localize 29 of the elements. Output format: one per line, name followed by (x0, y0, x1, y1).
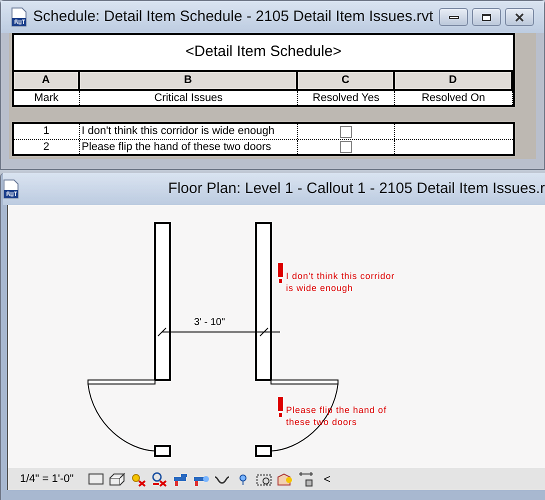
window-title: Floor Plan: Level 1 - Callout 1 - 2105 Detail Item Issues.r (168, 178, 545, 199)
issue-note: I don't think this corridor is wide enough (286, 270, 395, 294)
maximize-button[interactable] (472, 8, 502, 26)
checkbox[interactable] (340, 126, 352, 138)
column-header: Critical Issues (80, 91, 298, 105)
exclamation-icon (278, 263, 283, 283)
schedule-heading: <Detail Item Schedule> (12, 33, 515, 72)
cube-icon[interactable] (108, 471, 126, 487)
shadow-icon[interactable] (150, 471, 168, 487)
dimension-label: 3' - 10" (194, 316, 226, 330)
column-header: Resolved On (394, 91, 514, 105)
checkbox[interactable] (340, 141, 352, 153)
detail-level-icon[interactable] (86, 471, 105, 487)
exclamation-icon (278, 397, 283, 417)
table-cell: Please flip the hand of these two doors (80, 140, 298, 154)
file-icon (11, 7, 27, 27)
table-cell: 1 (14, 124, 80, 139)
table-cell: I don't think this corridor is wide enough (80, 124, 298, 139)
column-header: Resolved Yes (298, 91, 395, 105)
minimize-button[interactable] (439, 8, 468, 26)
collapse-button[interactable]: < (324, 470, 331, 488)
house-icon[interactable] (276, 471, 294, 487)
table-cell: 2 (14, 140, 80, 154)
close-icon (515, 12, 524, 22)
scale-label[interactable]: 1/4" = 1'-0" (20, 470, 74, 488)
file-icon (3, 179, 19, 199)
column-header: Mark (14, 91, 80, 105)
close-button[interactable] (505, 8, 534, 26)
window-title: Schedule: Detail Item Schedule - 2105 Detail Item Issues.rvt (33, 6, 434, 27)
